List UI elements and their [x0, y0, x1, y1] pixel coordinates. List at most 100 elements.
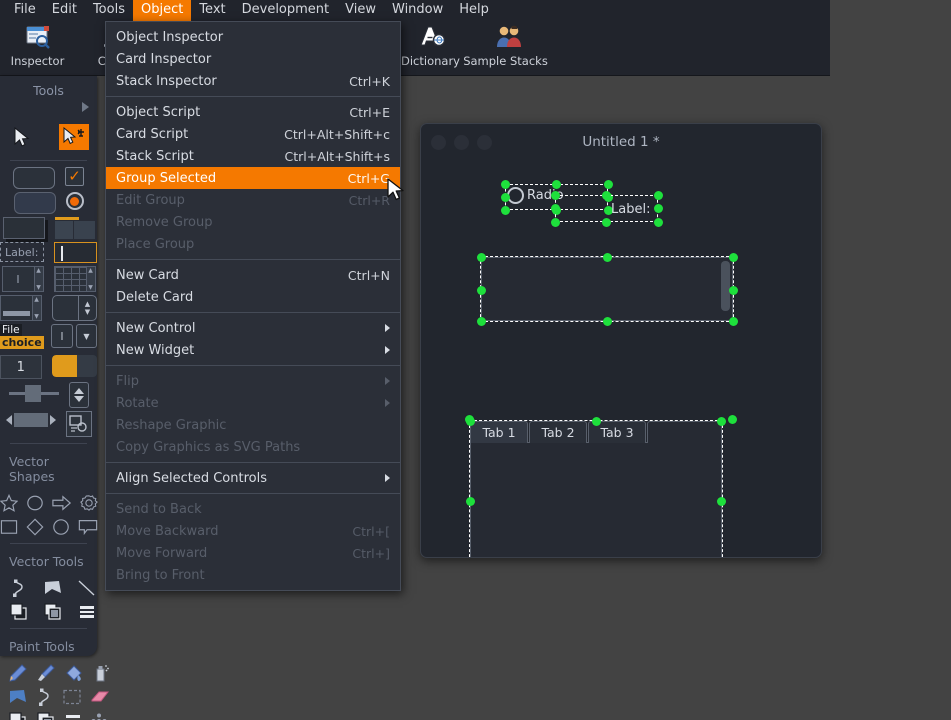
- close-button[interactable]: [431, 134, 446, 150]
- pen-tool[interactable]: [9, 578, 29, 598]
- menubar-item-edit[interactable]: Edit: [44, 0, 85, 21]
- menubar-item-window[interactable]: Window: [384, 0, 451, 21]
- button-tool[interactable]: [13, 167, 55, 189]
- selection-handle[interactable]: [728, 285, 738, 295]
- fill-shape-tool[interactable]: [9, 687, 27, 707]
- circle-shape-tool[interactable]: [52, 517, 70, 537]
- menu-item-object-script[interactable]: Object Script Ctrl+E: [106, 101, 400, 123]
- selection-handle[interactable]: [728, 252, 738, 262]
- radio-button-tool[interactable]: [65, 192, 84, 210]
- menubar-item-text[interactable]: Text: [191, 0, 233, 21]
- selection-handle[interactable]: [500, 179, 510, 189]
- menubar-item-development[interactable]: Development: [234, 0, 338, 21]
- file-choice-tool[interactable]: File choice: [0, 324, 44, 352]
- vertical-stepper-tool[interactable]: [68, 382, 89, 408]
- menu-item-group-selected[interactable]: Group Selected Ctrl+G: [106, 167, 400, 189]
- label-field-tool[interactable]: Label:: [0, 242, 44, 262]
- menubar-item-file[interactable]: File: [6, 0, 44, 21]
- player-tool[interactable]: [65, 411, 92, 437]
- rectangle-button-tool[interactable]: [2, 217, 45, 239]
- minimize-button[interactable]: [454, 134, 469, 150]
- group-tool[interactable]: [54, 217, 95, 239]
- star-shape-tool[interactable]: [0, 493, 18, 513]
- align-paint-tool[interactable]: [65, 711, 81, 720]
- bucket-tool[interactable]: [65, 663, 83, 683]
- rectangle-shape-tool[interactable]: [0, 517, 18, 537]
- selection-handle[interactable]: [603, 179, 613, 189]
- arrow-shape-tool[interactable]: [51, 493, 72, 513]
- move-tool[interactable]: [91, 711, 107, 720]
- menu-item-delete-card[interactable]: Delete Card: [106, 286, 400, 308]
- selection-handle[interactable]: [550, 217, 560, 227]
- selection-handle[interactable]: [500, 205, 510, 215]
- menubar-item-tools[interactable]: Tools: [85, 0, 133, 21]
- selection-handle[interactable]: [653, 190, 663, 200]
- selection-handle[interactable]: [464, 414, 474, 424]
- polygon-tool[interactable]: [43, 578, 63, 598]
- selection-handle[interactable]: [476, 252, 486, 262]
- oval-shape-tool[interactable]: [26, 493, 44, 513]
- menubar-item-view[interactable]: View: [337, 0, 384, 21]
- menu-item-card-script[interactable]: Card Script Ctrl+Alt+Shift+c: [106, 123, 400, 145]
- menu-item-new-control[interactable]: New Control: [106, 317, 400, 339]
- progress-bar-tool[interactable]: ▲ ▼: [0, 295, 42, 321]
- selection-handle[interactable]: [602, 190, 611, 200]
- horizontal-slider-tool[interactable]: [8, 382, 59, 404]
- send-to-back-vector-tool[interactable]: [43, 602, 63, 622]
- selection-handle[interactable]: [602, 217, 611, 227]
- horizontal-scrollbar-tool[interactable]: [5, 411, 56, 429]
- selection-handle[interactable]: [550, 203, 560, 213]
- edit-pointer-tool[interactable]: [58, 124, 89, 150]
- align-vector-tool[interactable]: [77, 602, 97, 622]
- scrolling-field-tool[interactable]: I ▲ ▼: [1, 266, 44, 292]
- brush-tool[interactable]: [37, 663, 55, 683]
- menu-item-new-card[interactable]: New Card Ctrl+N: [106, 264, 400, 286]
- table-field-tool[interactable]: ▲ ▼: [53, 266, 96, 292]
- eraser-tool[interactable]: [91, 687, 109, 707]
- selection-handle[interactable]: [653, 217, 663, 227]
- default-button-tool[interactable]: [13, 192, 56, 214]
- selection-handle[interactable]: [653, 203, 663, 213]
- line-tool[interactable]: [77, 578, 97, 598]
- selection-handle[interactable]: [716, 496, 726, 506]
- toolbar-button-sample-stacks[interactable]: Sample Stacks: [463, 21, 548, 75]
- selection-handle[interactable]: [552, 179, 561, 189]
- selection-handle[interactable]: [591, 416, 601, 426]
- menu-item-new-widget[interactable]: New Widget: [106, 339, 400, 361]
- menu-item-stack-script[interactable]: Stack Script Ctrl+Alt+Shift+s: [106, 145, 400, 167]
- menubar-item-help[interactable]: Help: [451, 0, 497, 21]
- text-field-tool[interactable]: [53, 242, 97, 263]
- selection-handle[interactable]: [476, 285, 486, 295]
- toggle-switch-tool[interactable]: [51, 355, 97, 377]
- palette-expander-icon[interactable]: [82, 102, 89, 112]
- speech-balloon-shape-tool[interactable]: [78, 517, 98, 537]
- maximize-button[interactable]: [477, 134, 492, 150]
- lasso-tool[interactable]: [37, 687, 53, 707]
- object-menu-dropdown[interactable]: Object Inspector Card Inspector Stack Insp…: [105, 21, 401, 591]
- stack-window-titlebar[interactable]: Untitled 1 *: [421, 124, 821, 160]
- option-menu-tool[interactable]: I ▼: [51, 324, 97, 348]
- bring-to-front-vector-tool[interactable]: [9, 602, 29, 622]
- selection-handle[interactable]: [465, 496, 475, 506]
- menu-item-align-selected-controls[interactable]: Align Selected Controls: [106, 467, 400, 489]
- pencil-tool[interactable]: [9, 663, 27, 683]
- selection-handle[interactable]: [716, 416, 726, 426]
- stepper-value-tool[interactable]: 1: [0, 355, 42, 379]
- menu-item-stack-inspector[interactable]: Stack Inspector Ctrl+K: [106, 70, 400, 92]
- selection-handle[interactable]: [500, 192, 510, 202]
- diamond-shape-tool[interactable]: [26, 517, 44, 537]
- bring-to-front-paint-tool[interactable]: [9, 711, 27, 720]
- combo-box-tool[interactable]: ▲ ▼: [51, 295, 97, 321]
- selection-handle[interactable]: [602, 252, 612, 262]
- card-canvas[interactable]: Radio Label: Tab 1 Tab 2 Tab 3: [421, 160, 821, 557]
- selection-handle[interactable]: [602, 316, 612, 326]
- checkbox-tool[interactable]: ✓: [65, 167, 84, 186]
- send-to-back-paint-tool[interactable]: [37, 711, 55, 720]
- toolbar-button-dictionary[interactable]: Dictionary: [393, 21, 468, 75]
- spray-tool[interactable]: [93, 663, 109, 683]
- menu-item-card-inspector[interactable]: Card Inspector: [106, 48, 400, 70]
- selection-handle[interactable]: [476, 316, 486, 326]
- menubar-item-object[interactable]: Object: [132, 0, 192, 21]
- label-field-control[interactable]: Label:: [611, 202, 650, 217]
- selection-handle[interactable]: [550, 190, 560, 200]
